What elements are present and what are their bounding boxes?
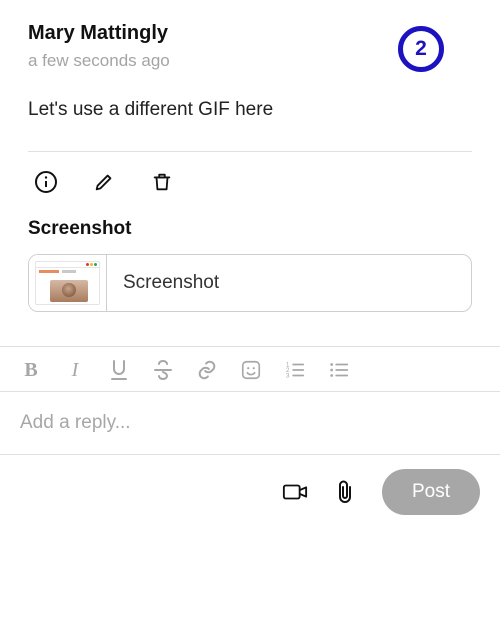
- strikethrough-button[interactable]: [152, 359, 174, 381]
- format-toolbar: B I: [0, 347, 500, 392]
- italic-button[interactable]: I: [64, 359, 86, 381]
- reply-input[interactable]: [0, 392, 500, 454]
- video-icon[interactable]: [282, 479, 308, 505]
- info-icon[interactable]: [34, 170, 58, 194]
- bold-button[interactable]: B: [20, 359, 42, 381]
- post-button[interactable]: Post: [382, 469, 480, 515]
- attachment-label: Screenshot: [107, 255, 471, 311]
- reply-bottom-bar: Post: [0, 454, 500, 529]
- attachment-section-title: Screenshot: [28, 218, 472, 240]
- reply-section: B I: [0, 346, 500, 529]
- link-icon[interactable]: [196, 359, 218, 381]
- attachment-card[interactable]: Screenshot: [28, 254, 472, 312]
- numbered-list-icon[interactable]: 1 2 3: [284, 359, 306, 381]
- comment-count-badge[interactable]: 2: [398, 26, 444, 72]
- emoji-icon[interactable]: [240, 359, 262, 381]
- svg-text:3: 3: [286, 372, 290, 379]
- attachment-thumbnail: [29, 255, 107, 311]
- comment-body: Let's use a different GIF here: [28, 99, 472, 121]
- comment-header: Mary Mattingly a few seconds ago 2: [28, 0, 472, 71]
- delete-icon[interactable]: [150, 170, 174, 194]
- bullet-list-icon[interactable]: [328, 359, 350, 381]
- attachment-icon[interactable]: [332, 479, 358, 505]
- underline-button[interactable]: [108, 359, 130, 381]
- edit-icon[interactable]: [92, 170, 116, 194]
- comment-actions: [28, 152, 472, 194]
